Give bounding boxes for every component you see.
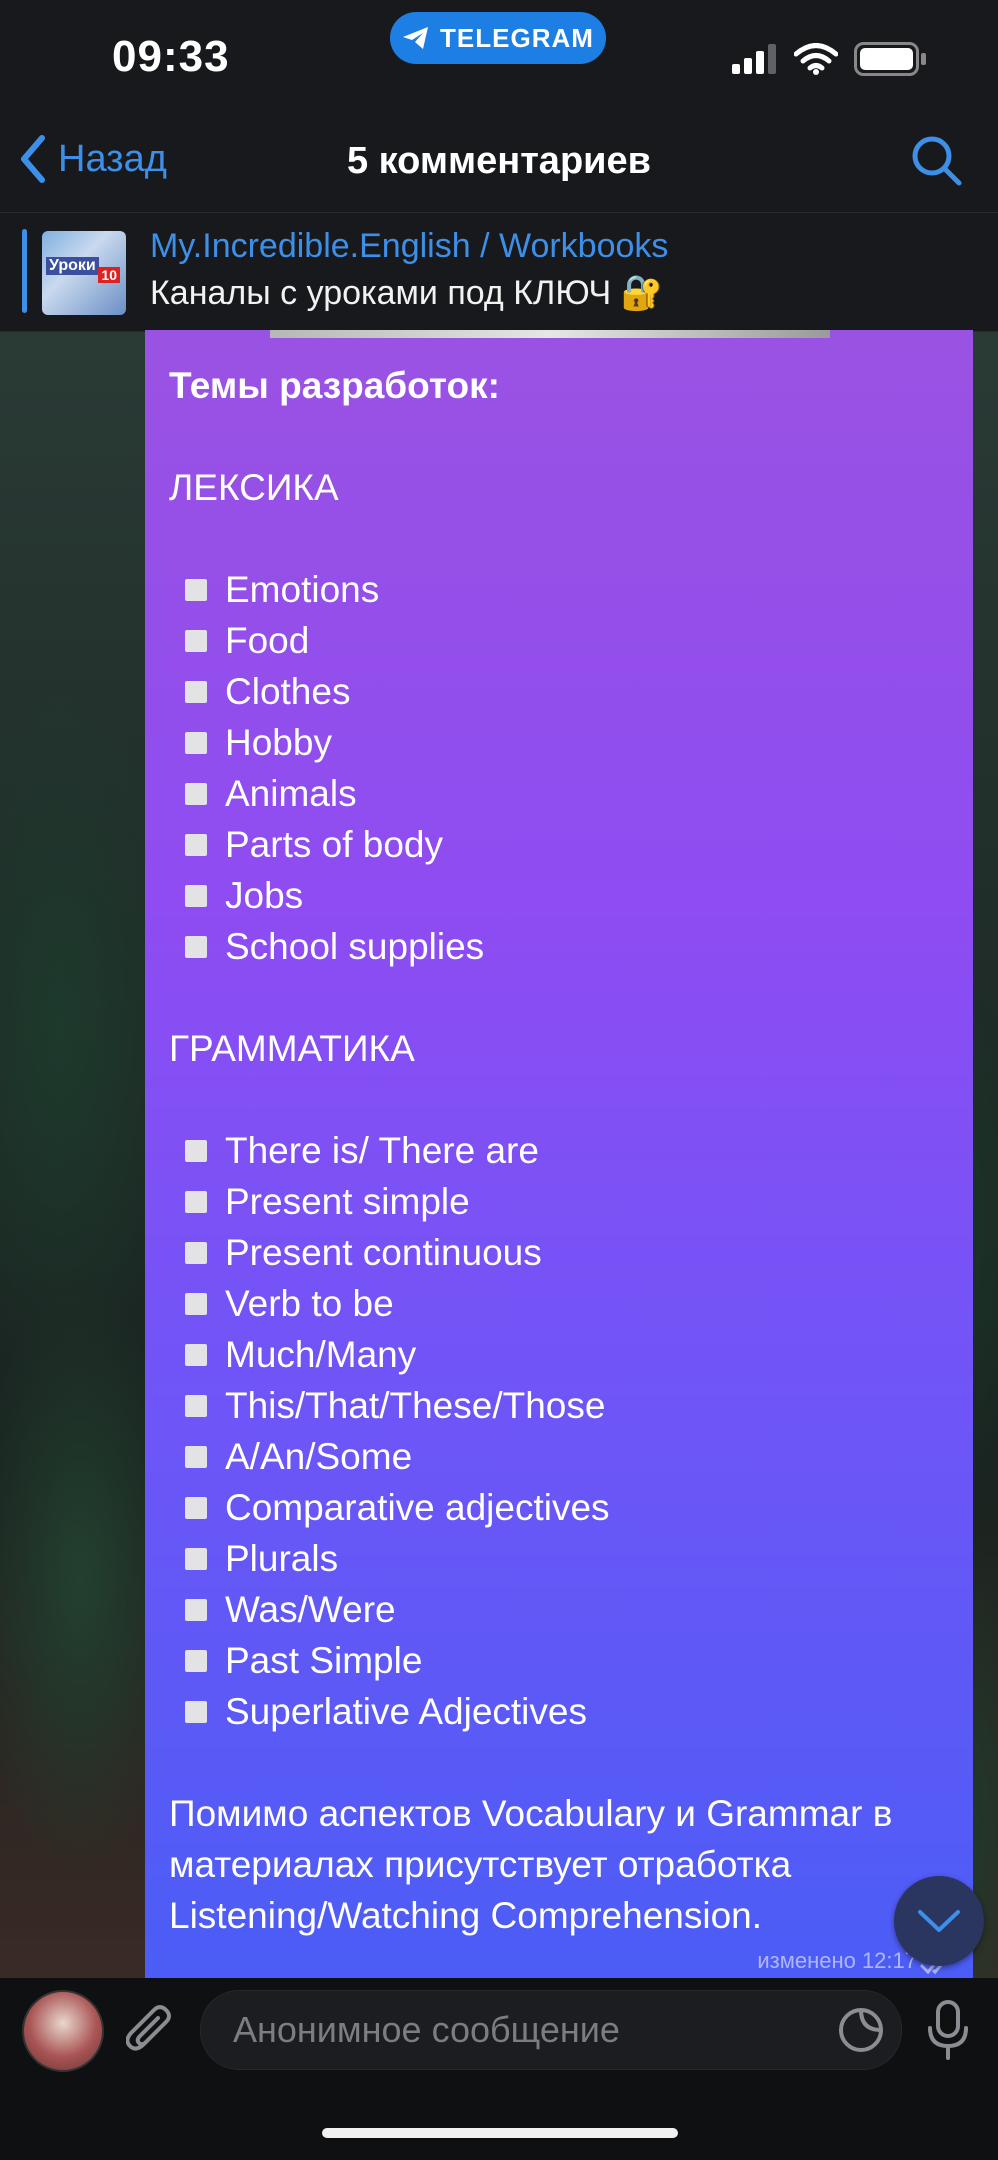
square-bullet-icon bbox=[185, 1496, 207, 1519]
vocab-title: ЛЕКСИКА bbox=[169, 467, 339, 508]
list-item: Plurals bbox=[169, 1533, 959, 1584]
battery-icon bbox=[854, 42, 926, 76]
pinned-channel-name: My.Incredible.English / Workbooks bbox=[150, 227, 669, 265]
list-item: Clothes bbox=[169, 666, 959, 717]
telegram-plane-icon bbox=[403, 27, 429, 49]
list-item: There is/ There are bbox=[169, 1125, 959, 1176]
list-item: Was/Were bbox=[169, 1584, 959, 1635]
status-bar: 09:33 TELEGRAM bbox=[0, 0, 998, 120]
list-item: Superlative Adjectives bbox=[169, 1686, 959, 1737]
square-bullet-icon bbox=[185, 1139, 207, 1162]
microphone-icon bbox=[928, 2000, 968, 2060]
attach-button[interactable] bbox=[125, 2002, 176, 2063]
list-item: Past Simple bbox=[169, 1635, 959, 1686]
square-bullet-icon bbox=[185, 782, 207, 805]
square-bullet-icon bbox=[185, 1445, 207, 1468]
paperclip-icon bbox=[125, 2005, 171, 2051]
square-bullet-icon bbox=[185, 1649, 207, 1672]
grammar-list: There is/ There are Present simple Prese… bbox=[169, 1125, 959, 1737]
page-title: 5 комментариев bbox=[346, 140, 652, 182]
square-bullet-icon bbox=[185, 629, 207, 652]
list-item: Verb to be bbox=[169, 1278, 959, 1329]
message-bubble[interactable]: Темы разработок: ЛЕКСИКА Emotions Food C… bbox=[145, 330, 973, 1978]
message-image-edge bbox=[270, 330, 830, 338]
square-bullet-icon bbox=[185, 1343, 207, 1366]
list-item: Parts of body bbox=[169, 819, 959, 870]
list-item: Much/Many bbox=[169, 1329, 959, 1380]
square-bullet-icon bbox=[185, 1598, 207, 1621]
list-item: A/An/Some bbox=[169, 1431, 959, 1482]
chevron-down-icon bbox=[918, 1910, 960, 1932]
sticker-button[interactable] bbox=[837, 2006, 885, 2059]
square-bullet-icon bbox=[185, 680, 207, 703]
sticker-icon bbox=[839, 2008, 883, 2052]
message-input[interactable] bbox=[200, 1990, 902, 2070]
message-text: Темы разработок: ЛЕКСИКА Emotions Food C… bbox=[169, 360, 959, 1941]
square-bullet-icon bbox=[185, 1292, 207, 1315]
vocab-list: Emotions Food Clothes Hobby Animals Part… bbox=[169, 564, 959, 972]
edited-timestamp: изменено 12:17 bbox=[757, 1948, 917, 1973]
search-button[interactable] bbox=[910, 134, 962, 191]
pinned-text: Каналы с уроками под КЛЮЧ 🔐 bbox=[150, 274, 663, 312]
square-bullet-icon bbox=[185, 1547, 207, 1570]
square-bullet-icon bbox=[185, 578, 207, 601]
list-item: School supplies bbox=[169, 921, 959, 972]
list-item: Comparative adjectives bbox=[169, 1482, 959, 1533]
list-item: Present simple bbox=[169, 1176, 959, 1227]
message-input-bar bbox=[0, 1978, 998, 2160]
telegram-pill[interactable]: TELEGRAM bbox=[390, 12, 606, 64]
pinned-indicator bbox=[22, 229, 27, 313]
telegram-pill-label: TELEGRAM bbox=[440, 22, 594, 53]
wifi-icon bbox=[794, 43, 838, 75]
list-item: This/That/These/Those bbox=[169, 1380, 959, 1431]
pinned-thumbnail-badge: 10 bbox=[98, 267, 120, 283]
list-item: Present continuous bbox=[169, 1227, 959, 1278]
message-input-field[interactable] bbox=[231, 1991, 795, 2069]
search-icon bbox=[912, 136, 962, 186]
square-bullet-icon bbox=[185, 1394, 207, 1417]
avatar[interactable] bbox=[22, 1990, 104, 2072]
square-bullet-icon bbox=[185, 731, 207, 754]
pinned-thumbnail: Уроки 10 bbox=[42, 231, 126, 315]
pinned-thumbnail-text: Уроки bbox=[46, 257, 99, 275]
list-item: Food bbox=[169, 615, 959, 666]
square-bullet-icon bbox=[185, 1190, 207, 1213]
square-bullet-icon bbox=[185, 884, 207, 907]
signal-icon bbox=[732, 44, 776, 74]
square-bullet-icon bbox=[185, 1241, 207, 1264]
list-item: Hobby bbox=[169, 717, 959, 768]
square-bullet-icon bbox=[185, 935, 207, 958]
home-indicator bbox=[322, 2128, 678, 2138]
square-bullet-icon bbox=[185, 1700, 207, 1723]
microphone-button[interactable] bbox=[926, 2000, 970, 2065]
status-icons bbox=[732, 42, 928, 76]
status-time: 09:33 bbox=[112, 32, 230, 81]
list-item: Animals bbox=[169, 768, 959, 819]
list-item: Emotions bbox=[169, 564, 959, 615]
scroll-to-bottom-button[interactable] bbox=[894, 1876, 984, 1966]
pinned-message[interactable]: Уроки 10 My.Incredible.English / Workboo… bbox=[0, 212, 998, 332]
list-item: Jobs bbox=[169, 870, 959, 921]
message-closing: Помимо аспектов Vocabulary и Grammar в м… bbox=[169, 1793, 893, 1936]
square-bullet-icon bbox=[185, 833, 207, 856]
message-heading: Темы разработок: bbox=[169, 365, 500, 406]
navigation-bar: Назад 5 комментариев bbox=[0, 120, 998, 212]
grammar-title: ГРАММАТИКА bbox=[169, 1028, 415, 1069]
